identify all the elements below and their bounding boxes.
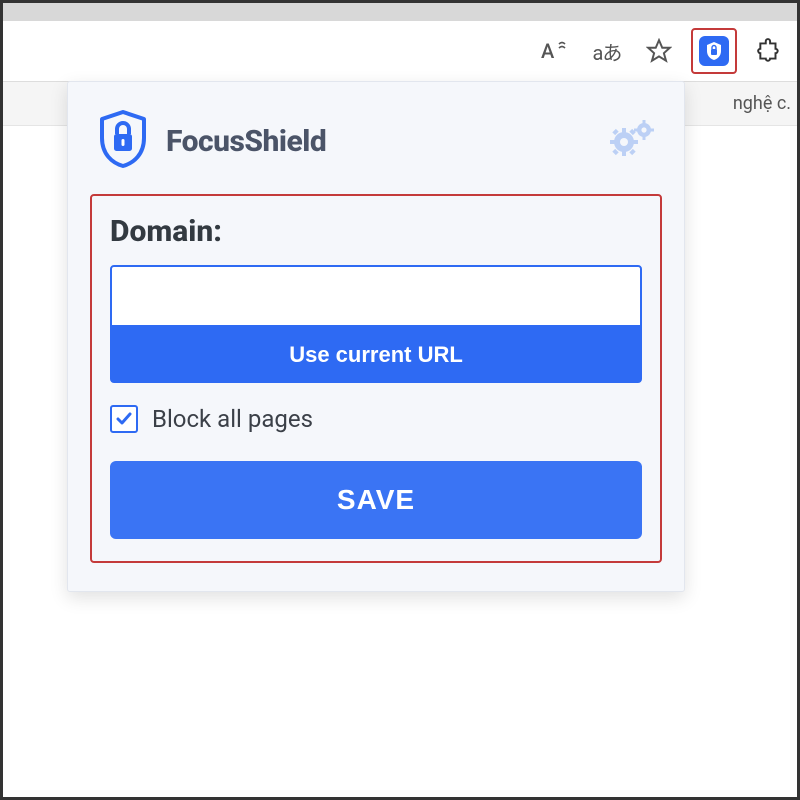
- favorite-star-icon[interactable]: [639, 31, 679, 71]
- form-highlight-box: Domain: Use current URL Block all pages …: [90, 194, 662, 563]
- brand-row: FocusShield: [96, 108, 326, 174]
- block-all-label: Block all pages: [152, 405, 313, 433]
- popup-header: FocusShield: [90, 100, 662, 194]
- translate-icon[interactable]: aあ: [587, 31, 627, 71]
- settings-gears-icon[interactable]: [606, 118, 656, 164]
- domain-input[interactable]: [110, 265, 642, 327]
- save-button[interactable]: SAVE: [110, 461, 642, 539]
- shield-lock-icon: [96, 108, 150, 174]
- block-all-checkbox[interactable]: [110, 405, 138, 433]
- extensions-puzzle-icon[interactable]: [749, 31, 789, 71]
- browser-toolbar: A aあ: [3, 21, 797, 81]
- text-size-icon[interactable]: A: [535, 31, 575, 71]
- domain-label: Domain:: [110, 214, 642, 249]
- focusshield-extension-icon[interactable]: [699, 36, 729, 66]
- partial-bookmark-text: nghệ c.: [733, 93, 791, 114]
- use-current-url-button[interactable]: Use current URL: [110, 327, 642, 383]
- block-all-row: Block all pages: [110, 405, 642, 433]
- window-header-bar: [3, 3, 797, 21]
- extension-popup: FocusShield: [67, 81, 685, 592]
- brand-title: FocusShield: [166, 124, 326, 159]
- extension-icon-highlight: [691, 28, 737, 74]
- svg-text:A: A: [541, 39, 555, 63]
